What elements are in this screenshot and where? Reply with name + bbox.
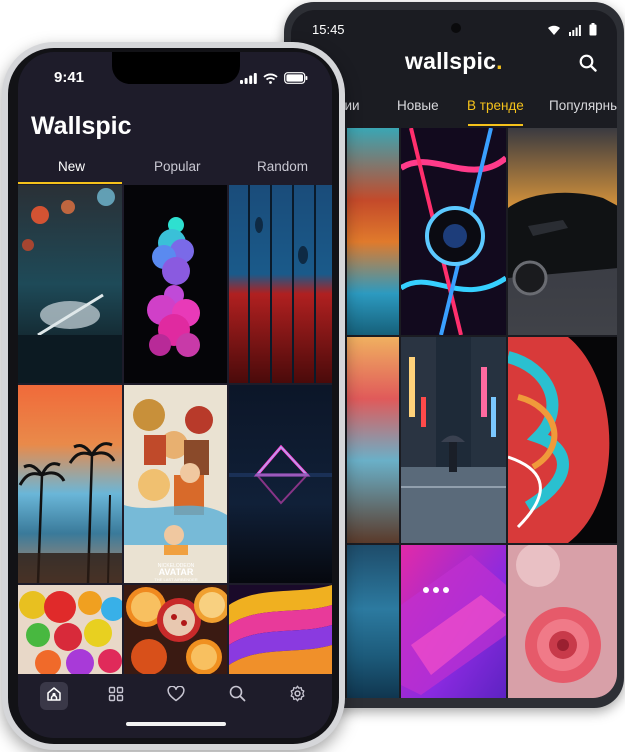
settings-icon: [289, 685, 306, 707]
iphone-status-time: 9:41: [54, 69, 85, 86]
android-status-icons: [547, 23, 597, 41]
active-tab-indicator: [468, 124, 523, 126]
avatar-logo-main: AVATAR: [159, 567, 194, 577]
wallpaper-thumbnail[interactable]: [508, 337, 617, 543]
battery-icon: [589, 23, 597, 41]
wallpaper-thumbnail[interactable]: [229, 585, 332, 675]
grid-icon: [108, 686, 124, 707]
iphone-screen: 9:41 Wallspic New Popular Random NICKELO…: [18, 52, 332, 738]
iphone-status-icons: [240, 71, 308, 89]
favorites-nav-button[interactable]: [162, 682, 190, 710]
wallpaper-thumbnail[interactable]: [229, 385, 332, 583]
signal-icon: [240, 71, 257, 89]
wallpaper-thumbnail[interactable]: [18, 585, 122, 675]
wallpaper-thumbnail[interactable]: NICKELODEON AVATAR THE LAST AIRBENDER: [124, 385, 227, 583]
tab-popular[interactable]: Popular: [154, 159, 201, 174]
home-icon: [46, 686, 62, 707]
wallpaper-thumbnail[interactable]: [508, 128, 617, 335]
wallpaper-thumbnail[interactable]: [18, 385, 122, 583]
wallpaper-thumbnail[interactable]: [18, 185, 122, 383]
search-icon[interactable]: [579, 54, 597, 77]
wallpaper-thumbnail[interactable]: [124, 185, 227, 383]
wallspic-logo[interactable]: wallspic.: [405, 48, 503, 75]
wallpaper-thumbnail[interactable]: [347, 128, 399, 335]
search-nav-button[interactable]: [223, 682, 251, 710]
categories-nav-button[interactable]: [102, 682, 130, 710]
battery-icon: [284, 71, 308, 89]
front-camera: [451, 23, 461, 33]
wallpaper-thumbnail[interactable]: [229, 185, 332, 383]
tab-trending[interactable]: В тренде: [467, 98, 524, 113]
search-icon: [229, 685, 246, 707]
tab-new[interactable]: Новые: [397, 98, 439, 113]
wallpaper-thumbnail[interactable]: [347, 337, 399, 543]
wallpaper-thumbnail[interactable]: [401, 337, 506, 543]
wallpaper-thumbnail[interactable]: [401, 545, 506, 698]
wallpaper-thumbnail[interactable]: [508, 545, 617, 698]
logo-text: wallspic: [405, 48, 497, 74]
android-status-time: 15:45: [312, 22, 345, 37]
active-tab-indicator: [18, 182, 122, 184]
wallpaper-thumbnail[interactable]: [401, 128, 506, 335]
home-nav-button[interactable]: [40, 682, 68, 710]
tab-random[interactable]: Random: [257, 159, 308, 174]
wallpaper-thumbnail[interactable]: [124, 585, 227, 675]
avatar-logo-sub: THE LAST AIRBENDER: [154, 577, 197, 582]
page-title: Wallspic: [31, 112, 132, 140]
wifi-icon: [263, 71, 278, 89]
tab-popular[interactable]: Популярны: [549, 98, 617, 113]
wallpaper-thumbnail[interactable]: [347, 545, 399, 698]
wifi-icon: [547, 23, 561, 41]
bottom-nav: [18, 674, 332, 738]
home-indicator: [126, 722, 226, 726]
heart-icon: [167, 685, 185, 707]
signal-icon: [569, 23, 581, 41]
settings-nav-button[interactable]: [283, 682, 311, 710]
logo-dot: .: [496, 48, 503, 74]
tab-new[interactable]: New: [58, 159, 85, 174]
notch: [112, 52, 240, 84]
